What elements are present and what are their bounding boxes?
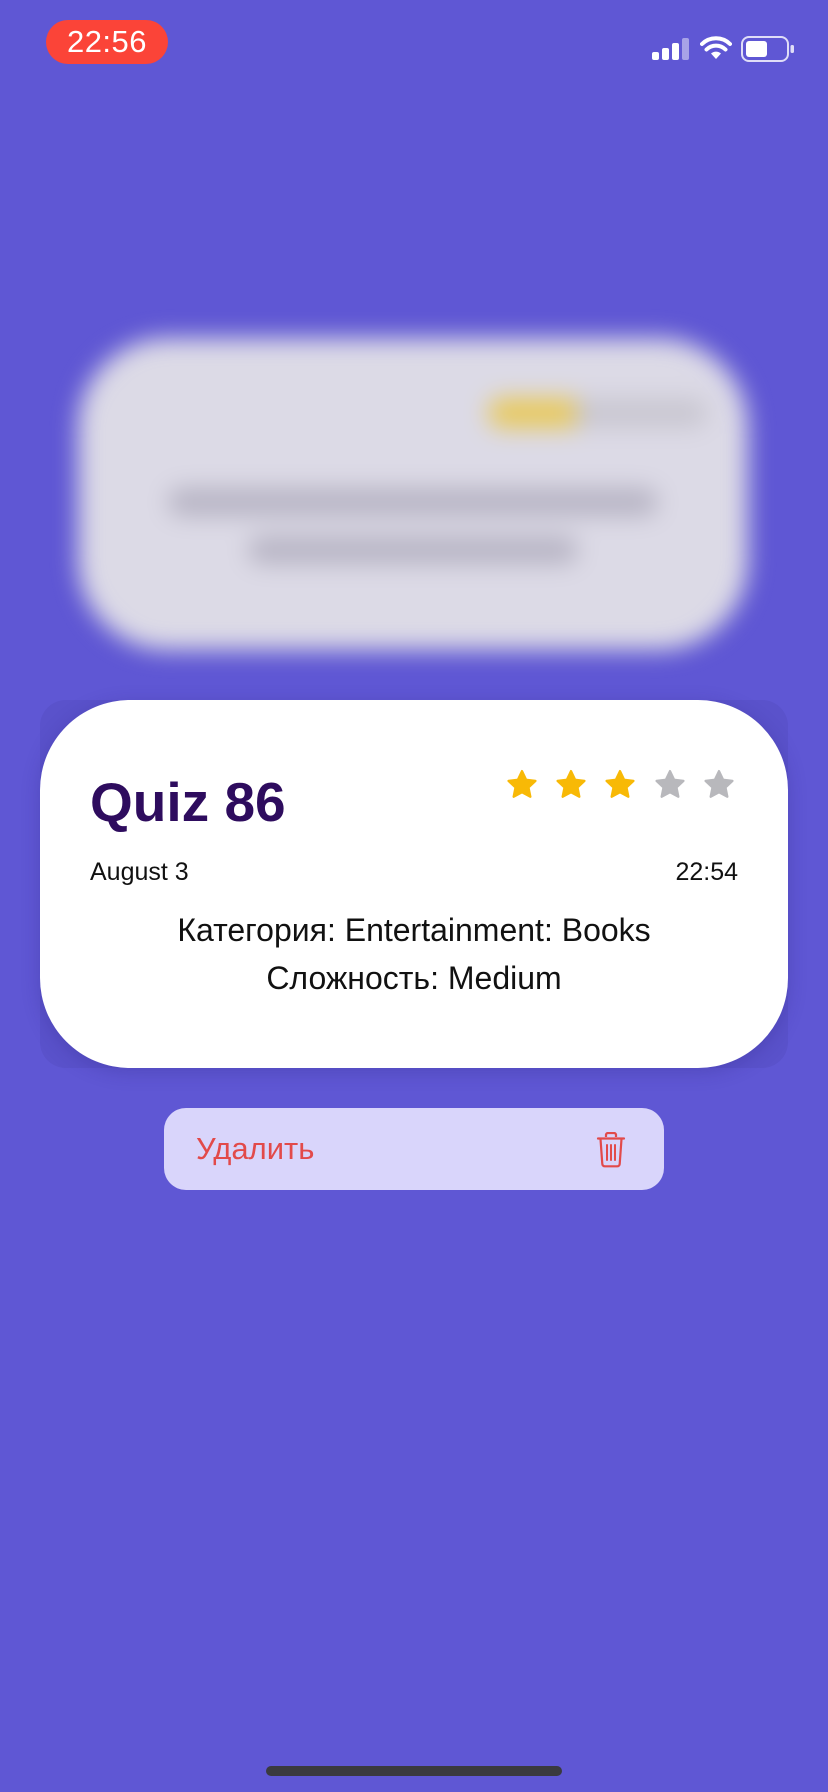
star-filled-icon [605, 769, 635, 798]
star-filled-icon [507, 769, 537, 798]
blurred-rating [488, 398, 708, 428]
blurred-text-line [248, 536, 578, 564]
wifi-icon [700, 36, 732, 59]
delete-label: Удалить [196, 1131, 315, 1166]
delete-menu-item[interactable]: Удалить [164, 1108, 664, 1190]
quiz-card[interactable]: Quiz 86 August 3 22:54 Категория: Entert… [40, 700, 788, 1068]
star-empty-icon [704, 769, 734, 798]
star-rating [505, 768, 745, 804]
blurred-quiz-card [78, 338, 748, 650]
quiz-time: 22:54 [675, 858, 738, 886]
quiz-title: Quiz 86 [90, 771, 286, 833]
cellular-signal-icon [652, 38, 689, 60]
blurred-card-title [118, 388, 132, 446]
context-menu: Удалить [164, 1108, 664, 1190]
status-bar: 22:56 [0, 0, 828, 90]
blurred-text-line [168, 488, 658, 516]
quiz-difficulty: Сложность: Medium [266, 960, 562, 996]
blurred-page-title [0, 198, 828, 260]
trash-icon [596, 1132, 626, 1168]
quiz-date: August 3 [90, 858, 189, 886]
home-indicator[interactable] [266, 1766, 562, 1776]
status-time[interactable]: 22:56 [46, 20, 168, 64]
star-filled-icon [556, 769, 586, 798]
battery-icon [741, 36, 794, 62]
star-empty-icon [655, 769, 685, 798]
quiz-category: Категория: Entertainment: Books [177, 912, 651, 948]
